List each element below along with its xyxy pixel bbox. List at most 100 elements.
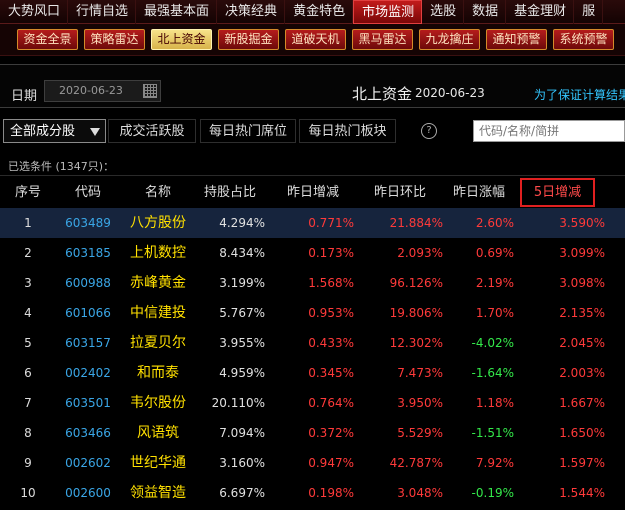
table-row[interactable]: 9 002602 世纪华通 3.160% 0.947% 42.787% 7.92% 1.597…: [0, 448, 625, 478]
stock-code: 002402: [65, 366, 111, 380]
stock-code: 600988: [65, 276, 111, 290]
row-index: 6: [24, 366, 32, 380]
row-index: 4: [24, 306, 32, 320]
tab-active-trading[interactable]: 成交活跃股: [108, 119, 196, 143]
col-header-index[interactable]: 序号: [0, 178, 56, 207]
col-header-code[interactable]: 代码: [56, 178, 120, 207]
stock-name: 韦尔股份: [130, 395, 186, 411]
date-label: 日期: [11, 89, 38, 104]
col-header-5day-change[interactable]: 5日增减: [520, 178, 595, 207]
table-row[interactable]: 8 603466 风语筑 7.094% 0.372% 5.529% -1.51% 1.650%: [0, 418, 625, 448]
selected-condition: 已选条件 (1347只)：: [8, 160, 115, 173]
row-index: 8: [24, 426, 32, 440]
yesterday-change: 0.433%: [308, 336, 354, 350]
row-index: 10: [20, 486, 36, 500]
stock-name: 八方股份: [130, 215, 186, 231]
tab-hot-sectors[interactable]: 每日热门板块: [299, 119, 396, 143]
stock-code: 601066: [65, 306, 111, 320]
tab-all-constituents[interactable]: 全部成分股: [3, 119, 106, 143]
holding-ratio: 5.767%: [219, 306, 265, 320]
table-header: 序号 代码 名称 持股占比 昨日增减 昨日环比 昨日涨幅 5日增减: [0, 178, 625, 207]
yesterday-qoq: 3.048%: [397, 486, 443, 500]
topnav-item[interactable]: 大势风口: [0, 0, 69, 24]
table-row[interactable]: 3 600988 赤峰黄金 3.199% 1.568% 96.126% 2.19% 3.098…: [0, 268, 625, 298]
yesterday-change: 0.764%: [308, 396, 354, 410]
date-input[interactable]: 2020-06-23: [44, 80, 161, 102]
tab-label: 每日热门板块: [308, 124, 387, 139]
yesterday-pct: -1.64%: [471, 366, 514, 380]
topnav-item[interactable]: 最强基本面: [136, 0, 218, 24]
row-index: 7: [24, 396, 32, 410]
calendar-icon[interactable]: [143, 84, 157, 98]
tab-label: 每日热门席位: [208, 124, 287, 139]
yesterday-change: 0.953%: [308, 306, 354, 320]
subbar-button[interactable]: 通知预警: [486, 29, 547, 50]
yesterday-change: 0.372%: [308, 426, 354, 440]
yesterday-pct: -0.19%: [471, 486, 514, 500]
topnav-item[interactable]: 数据: [464, 0, 507, 24]
col-header-holding-ratio[interactable]: 持股占比: [190, 178, 270, 207]
holding-ratio: 8.434%: [219, 246, 265, 260]
subbar-button[interactable]: 新股掘金: [218, 29, 279, 50]
stock-code: 603466: [65, 426, 111, 440]
yesterday-qoq: 12.302%: [389, 336, 443, 350]
table-row[interactable]: 1 603489 八方股份 4.294% 0.771% 21.884% 2.60% 3.590…: [0, 208, 625, 238]
subbar-button[interactable]: 黑马雷达: [352, 29, 413, 50]
calculation-note-link[interactable]: 为了保证计算结果: [534, 86, 625, 103]
yesterday-change: 0.345%: [308, 366, 354, 380]
subbar-button[interactable]: 北上资金: [151, 29, 212, 50]
stock-code: 603489: [65, 216, 111, 230]
five-day-change: 1.650%: [559, 426, 605, 440]
yesterday-pct: 7.92%: [475, 456, 514, 470]
help-icon[interactable]: ?: [421, 123, 437, 139]
subbar-button[interactable]: 系统预警: [553, 29, 614, 50]
subbar-button[interactable]: 策略雷达: [84, 29, 145, 50]
page-title-date: 2020-06-23: [415, 86, 485, 100]
search-input[interactable]: [473, 120, 625, 142]
row-index: 2: [24, 246, 32, 260]
subbar-button[interactable]: 九龙擒庄: [419, 29, 480, 50]
table-row[interactable]: 7 603501 韦尔股份 20.110% 0.764% 3.950% 1.18% 1.667…: [0, 388, 625, 418]
table-row[interactable]: 2 603185 上机数控 8.434% 0.173% 2.093% 0.69% 3.099%: [0, 238, 625, 268]
five-day-change: 3.590%: [559, 216, 605, 230]
table-row[interactable]: 5 603157 拉夏贝尔 3.955% 0.433% 12.302% -4.02% 2.04…: [0, 328, 625, 358]
topnav-item[interactable]: 行情自选: [68, 0, 137, 24]
subbar-button[interactable]: 资金全景: [17, 29, 78, 50]
yesterday-qoq: 2.093%: [397, 246, 443, 260]
topnav-item[interactable]: 基金理财: [506, 0, 575, 24]
five-day-change: 1.667%: [559, 396, 605, 410]
stock-name: 赤峰黄金: [130, 275, 186, 291]
yesterday-qoq: 21.884%: [389, 216, 443, 230]
holding-ratio: 4.959%: [219, 366, 265, 380]
table-row[interactable]: 10 002600 领益智造 6.697% 0.198% 3.048% -0.19% 1.54…: [0, 478, 625, 508]
yesterday-change: 0.173%: [308, 246, 354, 260]
topnav-item[interactable]: 黄金特色: [285, 0, 354, 24]
stock-name: 上机数控: [130, 245, 186, 261]
col-header-name[interactable]: 名称: [120, 178, 196, 207]
row-index: 9: [24, 456, 32, 470]
row-index: 1: [24, 216, 32, 230]
table-row[interactable]: 6 002402 和而泰 4.959% 0.345% 7.473% -1.64% 2.003%: [0, 358, 625, 388]
col-header-yesterday-change[interactable]: 昨日增减: [273, 178, 353, 207]
yesterday-qoq: 96.126%: [389, 276, 443, 290]
yesterday-change: 0.947%: [308, 456, 354, 470]
dropdown-arrow-icon[interactable]: [90, 128, 100, 136]
col-header-yesterday-qoq[interactable]: 昨日环比: [360, 178, 440, 207]
stock-name: 领益智造: [130, 485, 186, 501]
holding-ratio: 20.110%: [211, 396, 265, 410]
topnav-item[interactable]: 市场监测: [353, 0, 423, 24]
stock-name: 中信建投: [130, 305, 186, 321]
sub-toolbar: 资金全景 策略雷达 北上资金 新股掘金 道破天机 黑马雷达 九龙擒庄 通知预警 系统预警: [0, 24, 625, 56]
tab-hot-seats[interactable]: 每日热门席位: [200, 119, 296, 143]
stock-code: 002600: [65, 486, 111, 500]
topnav-item[interactable]: 服: [574, 0, 604, 24]
yesterday-pct: 0.69%: [475, 246, 514, 260]
topnav-item[interactable]: 决策经典: [217, 0, 286, 24]
stock-name: 风语筑: [137, 425, 179, 441]
holding-ratio: 4.294%: [219, 216, 265, 230]
subbar-button[interactable]: 道破天机: [285, 29, 346, 50]
table-row[interactable]: 4 601066 中信建投 5.767% 0.953% 19.806% 1.70% 2.135…: [0, 298, 625, 328]
topnav-item[interactable]: 选股: [422, 0, 465, 24]
holding-ratio: 3.160%: [219, 456, 265, 470]
col-header-yesterday-pct[interactable]: 昨日涨幅: [442, 178, 516, 207]
